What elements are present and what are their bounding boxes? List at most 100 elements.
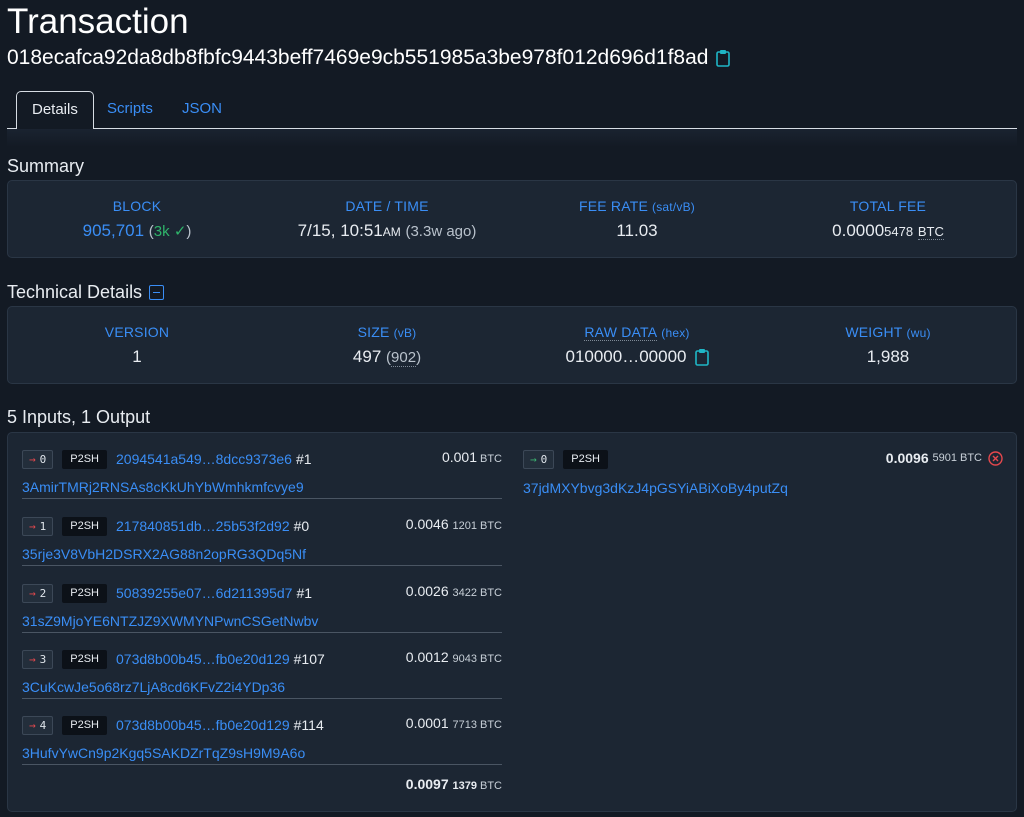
copy-icon[interactable]	[716, 49, 731, 67]
prev-vout: #0	[293, 518, 310, 534]
input-address-link[interactable]: 3AmirTMRj2RNSAs8cKkUhYbWmhkmfcvye9	[22, 479, 304, 495]
input-index: 4	[39, 718, 47, 732]
amount-main: 0.0001	[405, 715, 449, 731]
datetime-value: 7/15, 10:51AM (3.3w ago)	[262, 221, 512, 241]
input-index-badge[interactable]: → 1	[22, 516, 54, 536]
input-row-header: → 0 P2SH 2094541a549…8dcc9373e6 #1	[22, 449, 502, 469]
summary-title-text: Summary	[7, 156, 85, 176]
raw-data-value: 010000…00000	[565, 347, 687, 366]
raw-data-stat: RAW DATA (hex) 010000…00000	[512, 307, 762, 367]
input-amount: 0.0046 1201 BTC	[406, 516, 502, 532]
amount-unit: BTC	[480, 587, 502, 599]
input-index-badge[interactable]: → 2	[22, 583, 54, 603]
size-paren-close: )	[416, 349, 422, 366]
fee-rate-label: FEE RATE (sat/vB)	[512, 198, 762, 214]
block-value-row: 905,701 (3k ✓)	[12, 221, 262, 241]
datetime-label: DATE / TIME	[345, 198, 429, 214]
output-row-header: → 0 P2SH	[523, 450, 608, 469]
technical-title-text: Technical Details	[7, 282, 143, 302]
datetime-ago: (3.3w ago)	[405, 223, 477, 240]
size-unit: (vB)	[393, 326, 417, 340]
input-address-link[interactable]: 3CuKcwJe5o68rz7LjA8cd6KFvZ2i4YDp36	[22, 679, 285, 695]
spent-x-icon[interactable]	[988, 450, 1003, 466]
fee-rate-unit: (sat/vB)	[652, 200, 695, 214]
amount-main: 0.0026	[405, 583, 449, 599]
block-label: BLOCK	[112, 198, 162, 214]
copy-icon[interactable]	[694, 348, 709, 366]
block-height-link[interactable]: 905,701	[83, 221, 144, 240]
datetime-ampm: AM	[382, 225, 401, 239]
size-value: 497	[352, 347, 382, 366]
prev-vout: #107	[293, 651, 325, 667]
input-amount: 0.001 BTC	[442, 449, 502, 465]
output-amount: 0.0096 5901 BTC	[886, 450, 1003, 466]
amount-unit: BTC	[960, 452, 982, 464]
fee-rate-label-text: FEE RATE	[579, 198, 649, 214]
prev-tx-link[interactable]: 073d8b00b45…fb0e20d129	[116, 651, 290, 667]
prev-vout: #1	[296, 585, 313, 601]
datetime-date: 7/15, 10:51	[297, 221, 383, 240]
total-in-unit: BTC	[480, 780, 502, 792]
input-address-link[interactable]: 35rje3V8VbH2DSRX2AG88n2opRG3QDq5Nf	[22, 546, 306, 562]
arrow-right-icon: →	[29, 452, 36, 466]
block-stat: BLOCK 905,701 (3k ✓)	[12, 181, 262, 241]
technical-title: Technical Details	[7, 282, 165, 303]
fee-rate-stat: FEE RATE (sat/vB) 11.03	[512, 181, 762, 241]
input-row: → 1 P2SH 217840851db…25b53f2d92 #0 0.0046…	[22, 500, 502, 566]
total-fee-tail: 5478	[884, 224, 914, 239]
script-type-badge: P2SH	[62, 649, 107, 669]
script-type-badge: P2SH	[62, 715, 107, 735]
tab-json[interactable]: JSON	[167, 91, 237, 129]
collapse-icon[interactable]	[149, 285, 165, 300]
raw-data-label-text: RAW DATA	[584, 324, 658, 341]
amount-tail: 1201	[452, 520, 477, 532]
prev-vout: #114	[293, 717, 324, 733]
total-in-main: 0.0097	[405, 776, 449, 792]
input-address-link[interactable]: 31sZ9MjoYE6NTZJZ9XWMYNPwnCSGetNwbv	[22, 613, 318, 629]
tab-bar: Details Scripts JSON	[7, 91, 1017, 130]
datetime-stat: DATE / TIME 7/15, 10:51AM (3.3w ago)	[262, 181, 512, 241]
prev-tx-link[interactable]: 2094541a549…8dcc9373e6	[116, 451, 292, 467]
total-input-amount: 0.0097 1379 BTC	[22, 776, 502, 792]
amount-tail: 3422	[452, 587, 477, 599]
input-index-badge[interactable]: → 0	[22, 449, 54, 469]
tab-scripts[interactable]: Scripts	[92, 91, 168, 129]
prev-tx-link[interactable]: 217840851db…25b53f2d92	[116, 518, 290, 534]
prev-tx-link[interactable]: 073d8b00b45…fb0e20d129	[116, 717, 290, 733]
io-title: 5 Inputs, 1 Output	[7, 407, 150, 428]
size-stat: SIZE (vB) 497 (902)	[262, 307, 512, 367]
arrow-right-icon: →	[29, 586, 36, 600]
total-fee-value: 0.00005478 BTC	[763, 221, 1013, 241]
output-index-badge[interactable]: → 0	[523, 450, 555, 469]
amount-unit: BTC	[480, 520, 502, 532]
input-index-badge[interactable]: → 3	[22, 649, 54, 669]
size-secondary-value: 902	[391, 349, 417, 367]
confirmations-badge: (3k ✓)	[149, 223, 192, 240]
raw-data-unit: (hex)	[661, 326, 690, 340]
script-type-badge: P2SH	[62, 516, 107, 536]
input-index-badge[interactable]: → 4	[22, 715, 54, 735]
version-stat: VERSION 1	[12, 307, 262, 367]
input-amount: 0.0026 3422 BTC	[406, 583, 502, 599]
size-value-row: 497 (902)	[262, 347, 512, 367]
tab-details[interactable]: Details	[16, 91, 94, 130]
script-type-badge: P2SH	[563, 450, 608, 469]
input-index: 3	[39, 652, 47, 666]
output-address-link[interactable]: 37jdMXYbvg3dKzJ4pGSYiABiXoBy4putZq	[523, 480, 788, 496]
amount-main: 0.0046	[405, 516, 449, 532]
txid-row: 018ecafca92da8db8fbfc9443beff7469e9cb551…	[7, 46, 731, 70]
input-address-link[interactable]: 3HufvYwCn9p2Kgq5SAKDZrTqZ9sH9M9A6o	[22, 745, 305, 761]
summary-panel: BLOCK 905,701 (3k ✓) DATE / TIME 7/15, 1…	[7, 180, 1017, 258]
amount-main: 0.0012	[405, 649, 449, 665]
input-row: → 2 P2SH 50839255e07…6d211395d7 #1 0.0026…	[22, 567, 502, 633]
weight-label-text: WEIGHT	[845, 324, 903, 340]
input-index: 2	[39, 586, 47, 600]
raw-data-label: RAW DATA (hex)	[512, 324, 762, 341]
total-fee-label: TOTAL FEE	[849, 198, 927, 214]
amount-unit: BTC	[480, 653, 502, 665]
tabs-divider	[7, 129, 1017, 147]
prev-vout: #1	[295, 451, 312, 467]
prev-tx-link[interactable]: 50839255e07…6d211395d7	[116, 585, 292, 601]
txid: 018ecafca92da8db8fbfc9443beff7469e9cb551…	[7, 46, 709, 69]
amount-main: 0.0096	[885, 450, 929, 466]
